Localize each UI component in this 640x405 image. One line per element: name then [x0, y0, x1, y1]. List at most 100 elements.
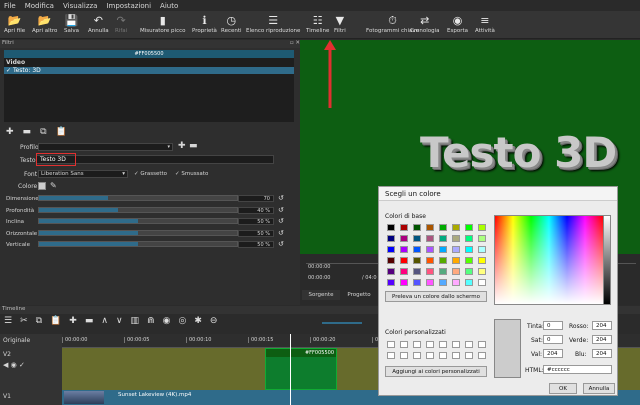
copy-icon[interactable]: ⧉ [36, 316, 42, 326]
basic-color-swatch[interactable] [465, 257, 473, 264]
html-input[interactable]: #cccccc [543, 365, 612, 374]
paste-icon[interactable]: 📋 [50, 316, 61, 326]
basic-color-swatch[interactable] [413, 279, 421, 286]
toolbar-button-2[interactable]: 💾 Salva [64, 13, 79, 34]
value-slider[interactable] [603, 215, 611, 305]
basic-color-swatch[interactable] [478, 279, 486, 286]
text-clip[interactable]: #FF005500 [265, 348, 337, 390]
custom-color-swatch[interactable] [439, 341, 447, 348]
menu-item-0[interactable]: File [4, 2, 16, 10]
bold-checkbox[interactable]: ✓ Grassetto [134, 171, 167, 177]
basic-color-swatch[interactable] [387, 257, 395, 264]
toolbar-button-12[interactable]: ⇄ Cronologia [410, 13, 439, 34]
split-icon[interactable]: ▥ [131, 316, 140, 326]
basic-color-swatch[interactable] [465, 279, 473, 286]
sat-input[interactable]: 0 [543, 335, 563, 344]
custom-color-swatch[interactable] [452, 341, 460, 348]
basic-color-swatch[interactable] [426, 224, 434, 231]
append-icon[interactable]: ✚ [69, 316, 77, 326]
custom-color-swatch[interactable] [452, 352, 460, 359]
basic-color-swatch[interactable] [478, 235, 486, 242]
hue-saturation-picker[interactable] [494, 215, 604, 305]
basic-color-swatch[interactable] [400, 235, 408, 242]
basic-color-swatch[interactable] [452, 279, 460, 286]
basic-color-swatch[interactable] [413, 257, 421, 264]
basic-color-swatch[interactable] [413, 268, 421, 275]
menu-item-2[interactable]: Visualizza [63, 2, 97, 10]
bevel-checkbox[interactable]: ✓ Smussato [175, 171, 208, 177]
basic-color-swatch[interactable] [439, 257, 447, 264]
green-input[interactable]: 204 [592, 335, 612, 344]
blue-input[interactable]: 204 [592, 349, 612, 358]
basic-color-swatch[interactable] [400, 268, 408, 275]
basic-color-swatch[interactable] [413, 246, 421, 253]
basic-color-swatch[interactable] [465, 224, 473, 231]
basic-color-swatch[interactable] [439, 224, 447, 231]
basic-color-swatch[interactable] [400, 279, 408, 286]
basic-color-swatch[interactable] [426, 235, 434, 242]
basic-color-swatch[interactable] [452, 246, 460, 253]
custom-color-swatch[interactable] [465, 352, 473, 359]
toolbar-button-1[interactable]: 📂 Apri altro [32, 13, 57, 34]
basic-color-swatch[interactable] [413, 224, 421, 231]
toolbar-button-6[interactable]: ℹ Proprietà [192, 13, 217, 34]
custom-color-swatch[interactable] [400, 341, 408, 348]
profile-remove-icon[interactable]: ▬ [189, 141, 198, 151]
toolbar-button-7[interactable]: ◷ Recenti [221, 13, 242, 34]
custom-color-swatch[interactable] [426, 341, 434, 348]
add-filter-icon[interactable]: ✚ [6, 127, 14, 137]
preview-timecode[interactable]: 00:00:00 [308, 264, 330, 270]
basic-color-swatch[interactable] [426, 268, 434, 275]
toolbar-button-0[interactable]: 📂 Apri file [4, 13, 25, 34]
custom-color-swatch[interactable] [465, 341, 473, 348]
custom-color-swatch[interactable] [478, 352, 486, 359]
basic-color-swatch[interactable] [465, 246, 473, 253]
basic-color-swatch[interactable] [426, 279, 434, 286]
playhead[interactable] [290, 334, 291, 405]
menu-item-4[interactable]: Aiuto [160, 2, 178, 10]
basic-color-swatch[interactable] [478, 268, 486, 275]
basic-color-swatch[interactable] [478, 246, 486, 253]
custom-color-swatch[interactable] [439, 352, 447, 359]
param-value[interactable]: 50 % [238, 241, 274, 248]
text-input[interactable]: Testo 3D [36, 153, 76, 166]
paste-filter-icon[interactable]: 📋 [56, 127, 67, 137]
cancel-button[interactable]: Annulla [583, 383, 615, 394]
color-swatch-button[interactable] [38, 182, 46, 190]
toolbar-button-10[interactable]: ▼ Filtri [334, 13, 346, 34]
basic-color-swatch[interactable] [439, 246, 447, 253]
param-slider[interactable] [38, 241, 238, 247]
toolbar-button-13[interactable]: ◉ Esporta [447, 13, 468, 34]
param-value[interactable]: 40 % [238, 206, 274, 214]
scrub-icon[interactable]: ◉ [163, 316, 171, 326]
basic-color-swatch[interactable] [452, 224, 460, 231]
reset-icon[interactable]: ↺ [278, 206, 284, 214]
custom-color-swatch[interactable] [387, 352, 395, 359]
basic-color-swatch[interactable] [452, 235, 460, 242]
param-slider[interactable] [38, 229, 238, 236]
param-slider[interactable] [38, 206, 238, 213]
lift-icon[interactable]: ∧ [101, 316, 108, 326]
menu-icon[interactable]: ☰ [4, 316, 12, 326]
menu-item-1[interactable]: Modifica [25, 2, 54, 10]
filter-list[interactable]: Video ✓ Testo: 3D [4, 58, 294, 122]
basic-color-swatch[interactable] [413, 235, 421, 242]
custom-color-swatch[interactable] [426, 352, 434, 359]
ripple-all-icon[interactable]: ✱ [194, 316, 202, 326]
basic-color-swatch[interactable] [439, 279, 447, 286]
profile-add-icon[interactable]: ✚ [178, 141, 186, 151]
overwrite-icon[interactable]: ∨ [116, 316, 123, 326]
pick-screen-color-button[interactable]: Preleva un colore dallo schermo [385, 291, 487, 302]
tab-source[interactable]: Sorgente [302, 290, 340, 300]
filter-item[interactable]: ✓ Testo: 3D [4, 67, 294, 74]
basic-color-swatch[interactable] [465, 268, 473, 275]
zoom-slider[interactable] [322, 322, 362, 324]
custom-color-swatch[interactable] [387, 341, 395, 348]
basic-color-swatch[interactable] [426, 246, 434, 253]
profile-select[interactable]: ▾ [38, 143, 173, 151]
basic-color-swatch[interactable] [387, 268, 395, 275]
basic-color-swatch[interactable] [387, 246, 395, 253]
basic-color-swatch[interactable] [400, 224, 408, 231]
cut-icon[interactable]: ✂ [20, 316, 28, 326]
basic-color-swatch[interactable] [387, 235, 395, 242]
